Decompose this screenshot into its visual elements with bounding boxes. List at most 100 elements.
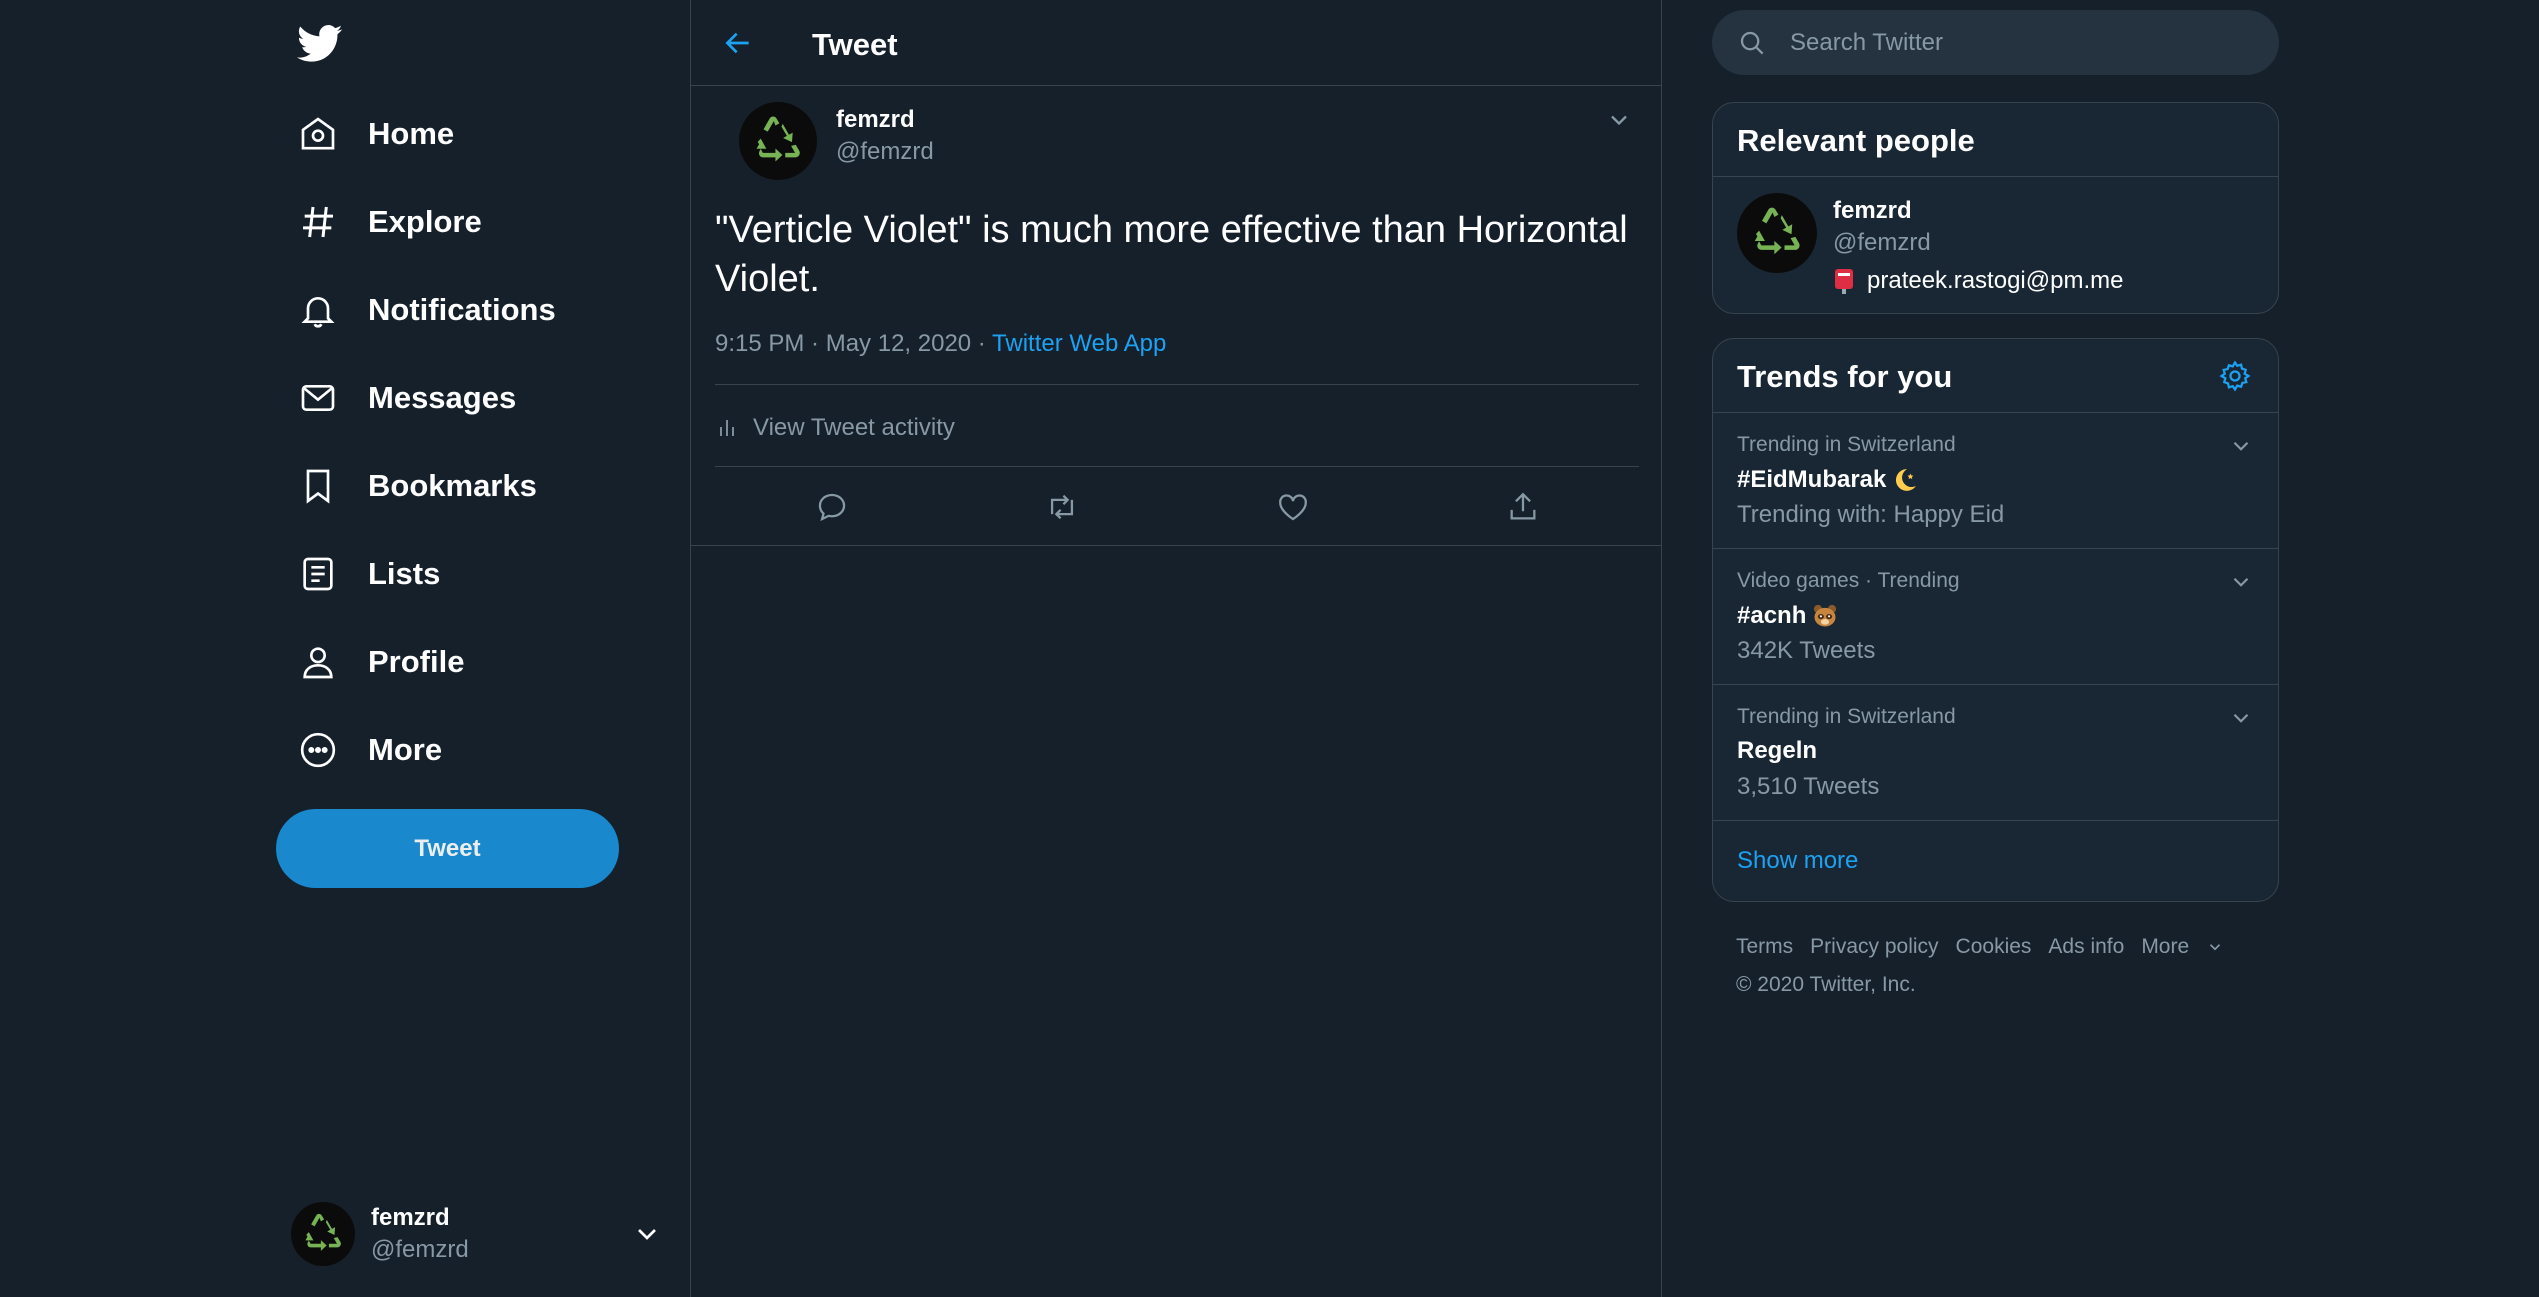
trend-subtitle: 3,510 Tweets — [1737, 773, 1880, 800]
divider — [715, 384, 1639, 385]
footer-link-privacy[interactable]: Privacy policy — [1810, 935, 1938, 959]
heart-icon — [1279, 494, 1307, 521]
left-sidebar: Home Explore Notifications Messages Book… — [276, 0, 690, 1297]
back-button[interactable] — [715, 20, 761, 66]
tweet-source-link[interactable]: Twitter Web App — [992, 330, 1166, 357]
search-bar[interactable] — [1712, 10, 2279, 75]
relevant-people-panel: Relevant people femzrd @femzrd prateek.r… — [1712, 102, 2279, 314]
copyright: © 2020 Twitter, Inc. — [1736, 973, 1916, 996]
footer: Terms Privacy policy Cookies Ads info Mo… — [1736, 935, 2276, 997]
twitter-bird-icon[interactable] — [294, 18, 346, 70]
show-more-link[interactable]: Show more — [1713, 821, 2278, 901]
chevron-down-icon — [2210, 944, 2221, 951]
search-icon — [1736, 27, 1768, 59]
nav-item-home[interactable]: Home — [276, 98, 676, 170]
tweet-detail: femzrd @femzrd — [691, 86, 1661, 204]
like-button[interactable] — [1270, 484, 1316, 530]
trend-item[interactable]: Trending in Switzerland Regeln 3,510 Twe… — [1713, 685, 2278, 821]
trend-item[interactable]: Video games · Trending #acnh 342K Tweets — [1713, 549, 2278, 685]
twitter-app: Home Explore Notifications Messages Book… — [0, 0, 2539, 1297]
trend-name: #EidMubarak — [1737, 465, 1920, 495]
arrow-left-icon — [725, 32, 749, 54]
person-bio-text: prateek.rastogi@pm.me — [1867, 267, 2124, 294]
nav-item-bookmarks[interactable]: Bookmarks — [276, 450, 676, 522]
postbox-icon — [1833, 267, 1855, 295]
trends-panel: Trends for you Trending in Switzerland #… — [1712, 338, 2279, 902]
nav-label: Home — [368, 116, 455, 151]
tweet-author[interactable]: femzrd @femzrd — [715, 86, 1637, 204]
more-circle-icon — [294, 726, 342, 774]
view-tweet-activity[interactable]: View Tweet activity — [715, 400, 955, 456]
person-handle[interactable]: @femzrd — [1833, 229, 1931, 257]
main-header: Tweet — [691, 0, 1661, 86]
settings-button[interactable] — [2216, 357, 2254, 395]
account-handle: @femzrd — [371, 1236, 469, 1263]
nav-item-more[interactable]: More — [276, 714, 676, 786]
page-title: Tweet — [812, 27, 898, 62]
person-name[interactable]: femzrd — [1833, 197, 1912, 225]
nav-label: Lists — [368, 556, 441, 591]
trend-context: Trending in Switzerland — [1737, 433, 1956, 456]
search-input[interactable] — [1790, 28, 2250, 57]
chevron-down-icon[interactable] — [2226, 431, 2256, 461]
reply-icon — [818, 493, 846, 522]
author-handle[interactable]: @femzrd — [836, 138, 934, 166]
hashtag-icon — [294, 198, 342, 246]
trend-subtitle: Trending with: Happy Eid — [1737, 501, 2005, 528]
nav-label: Profile — [368, 644, 465, 679]
tanuki-icon — [1810, 601, 1840, 631]
avatar[interactable] — [1737, 193, 1817, 273]
share-button[interactable] — [1500, 484, 1546, 530]
trend-context: Video games · Trending — [1737, 569, 1960, 592]
author-name[interactable]: femzrd — [836, 106, 915, 134]
list-icon — [294, 550, 342, 598]
home-icon — [294, 110, 342, 158]
nav-item-messages[interactable]: Messages — [276, 362, 676, 434]
person-bio: prateek.rastogi@pm.me — [1833, 267, 2123, 295]
envelope-icon — [294, 374, 342, 422]
footer-link-cookies[interactable]: Cookies — [1956, 935, 2032, 959]
chevron-down-icon[interactable] — [2226, 567, 2256, 597]
recycle-icon — [756, 116, 800, 162]
trend-name: #acnh — [1737, 601, 1840, 631]
trend-context: Trending in Switzerland — [1737, 705, 1956, 728]
avatar — [291, 1202, 355, 1266]
main-column: Tweet femzrd @femzrd "Verticle Violet" i… — [690, 0, 1662, 1297]
footer-link-terms[interactable]: Terms — [1736, 935, 1793, 959]
bar-chart-icon — [720, 420, 734, 436]
footer-link-ads-info[interactable]: Ads info — [2048, 935, 2124, 959]
bookmark-icon — [294, 462, 342, 510]
show-more-label: Show more — [1737, 847, 1859, 874]
right-sidebar: Relevant people femzrd @femzrd prateek.r… — [1712, 0, 2279, 1297]
retweet-button[interactable] — [1039, 484, 1085, 530]
chevron-down-icon[interactable] — [1603, 104, 1635, 136]
avatar[interactable] — [739, 102, 817, 180]
tweet-button[interactable]: Tweet — [276, 809, 619, 888]
chevron-down-icon[interactable] — [2226, 703, 2256, 733]
reply-button[interactable] — [809, 484, 855, 530]
nav-label: More — [368, 732, 443, 767]
chevron-down-icon[interactable] — [631, 1218, 663, 1255]
relevant-person[interactable]: femzrd @femzrd prateek.rastogi@pm.me — [1713, 177, 2278, 313]
bell-icon — [294, 286, 342, 334]
nav-label: Notifications — [368, 292, 556, 327]
retweet-icon — [1050, 494, 1074, 520]
recycle-icon — [1754, 207, 1800, 255]
nav-item-profile[interactable]: Profile — [276, 626, 676, 698]
nav-label: Explore — [368, 204, 482, 239]
panel-title: Trends for you — [1737, 359, 1953, 394]
nav-label: Bookmarks — [368, 468, 537, 503]
crescent-moon-icon — [1890, 465, 1920, 495]
share-icon — [1510, 492, 1536, 520]
panel-header: Relevant people — [1713, 103, 2278, 177]
trend-item[interactable]: Trending in Switzerland #EidMubarak Tren… — [1713, 413, 2278, 549]
tweet-actions — [691, 468, 1661, 546]
nav-item-lists[interactable]: Lists — [276, 538, 676, 610]
panel-title: Relevant people — [1737, 123, 1975, 158]
tweet-time[interactable]: 9:15 PM · May 12, 2020 · — [715, 330, 992, 357]
footer-more-button[interactable]: More — [2141, 935, 2224, 959]
nav-item-notifications[interactable]: Notifications — [276, 274, 676, 346]
nav-item-explore[interactable]: Explore — [276, 186, 676, 258]
account-switcher[interactable]: femzrd @femzrd — [291, 1196, 671, 1272]
activity-label: View Tweet activity — [753, 414, 955, 441]
